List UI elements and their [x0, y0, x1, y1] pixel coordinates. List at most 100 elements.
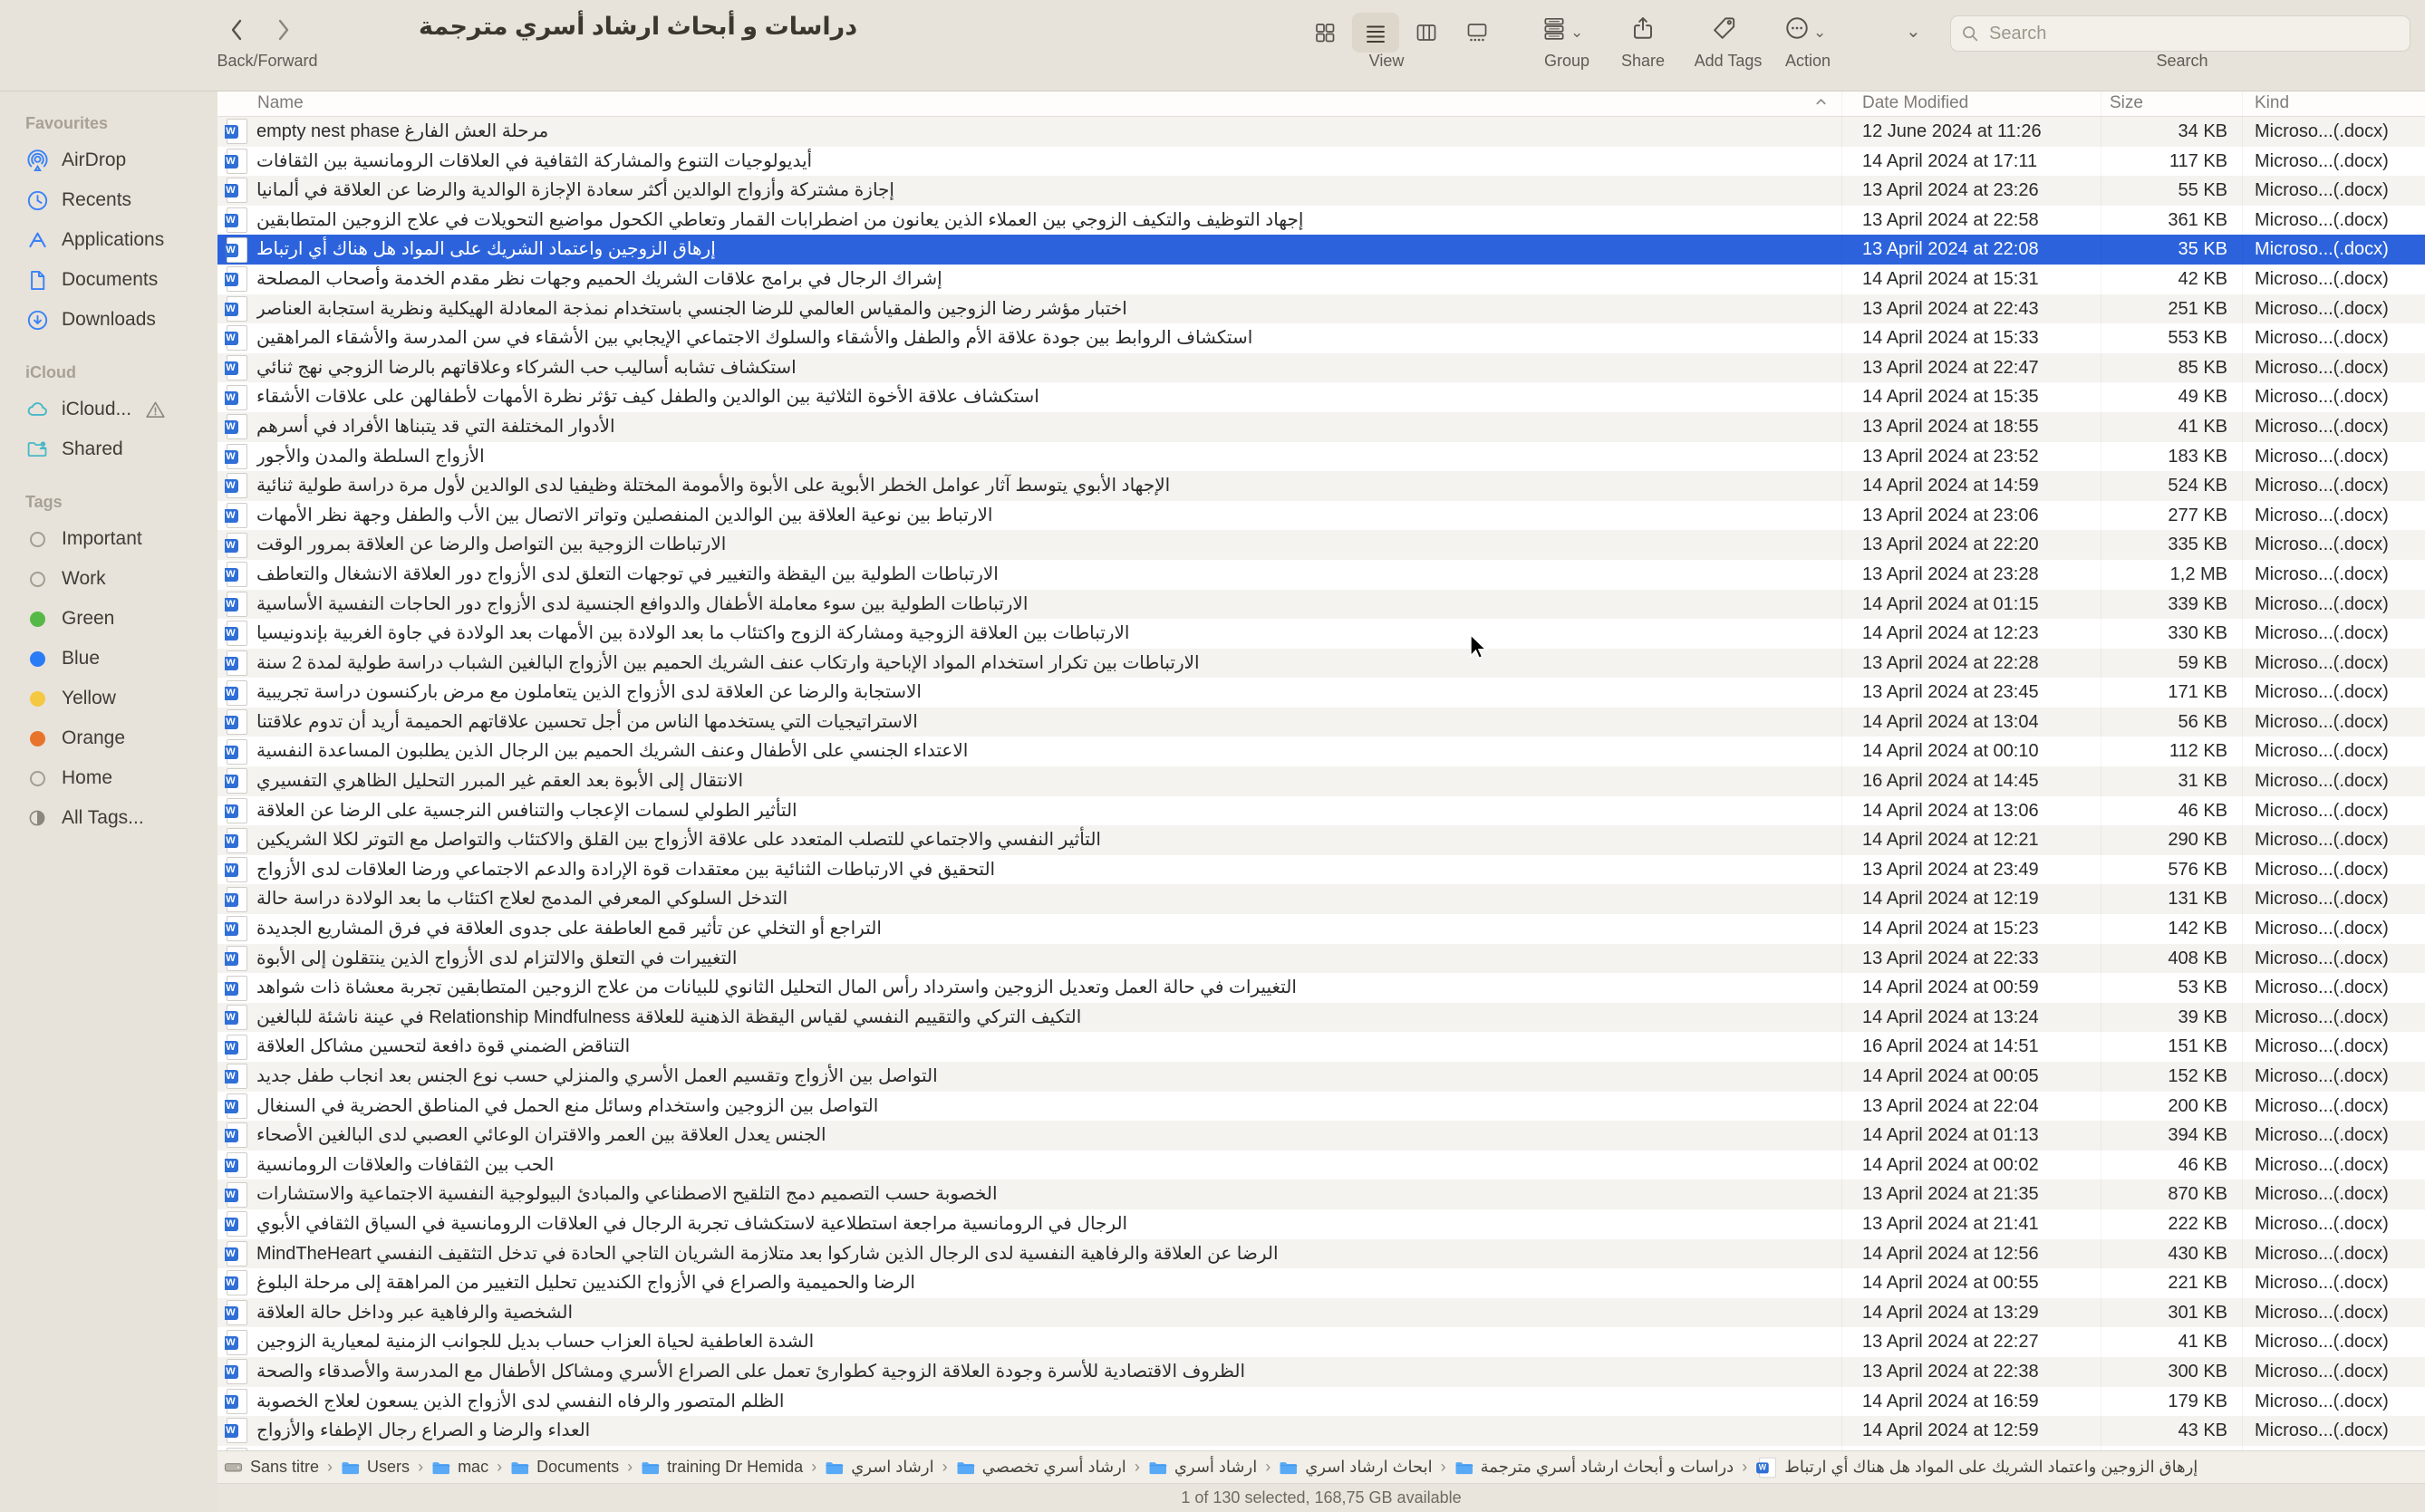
column-header-name[interactable]: Name: [257, 93, 304, 113]
table-row[interactable]: Wإرهاق الزوجين واعتماد الشريك على المواد…: [217, 235, 2425, 265]
breadcrumb-item[interactable]: mac: [431, 1458, 488, 1477]
table-row[interactable]: Wالأدوار المختلفة التي قد يتبناها الأفرا…: [217, 412, 2425, 442]
table-row[interactable]: Wالتواصل بين الزوجين واستخدام وسائل منع …: [217, 1092, 2425, 1122]
forward-button[interactable]: [270, 14, 295, 45]
column-header-size[interactable]: Size: [2110, 93, 2143, 113]
sidebar-item-downloads[interactable]: Downloads: [0, 300, 217, 340]
sidebar-item-yellow[interactable]: Yellow: [0, 679, 217, 718]
table-row[interactable]: Wاستكشاف الروابط بين جودة علاقة الأم وال…: [217, 323, 2425, 353]
file-kind: Microso...(.docx): [2255, 147, 2425, 177]
table-row[interactable]: Wالظلم المتصور والرفاه النفسي لدى الأزوا…: [217, 1387, 2425, 1417]
table-row[interactable]: Wإجازة مشتركة وأزواج الوالدين أكثر سعادة…: [217, 176, 2425, 206]
table-row[interactable]: Wالتأثير النفسي والاجتماعي للتصلب المتعد…: [217, 825, 2425, 855]
action-button[interactable]: ⌄: [1783, 14, 1826, 42]
table-row[interactable]: Wالتأثير الطولي لسمات الإعجاب والتنافس ا…: [217, 796, 2425, 826]
table-row[interactable]: W إشراك الرجال في برامج علاقات الشريك الح…: [217, 265, 2425, 294]
sidebar-item-recents[interactable]: Recents: [0, 180, 217, 220]
table-row[interactable]: Wالرجال في الرومانسية مراجعة استطلاعية ل…: [217, 1209, 2425, 1239]
breadcrumb-item[interactable]: ارشاد أسري تخصصي: [956, 1458, 1126, 1477]
list-view-button[interactable]: [1352, 13, 1399, 53]
column-view-button[interactable]: [1403, 13, 1450, 53]
table-row[interactable]: Wالارتباطات بين تكرار استخدام المواد الإ…: [217, 649, 2425, 679]
breadcrumb-item[interactable]: ابحاث ارشاد اسري: [1279, 1458, 1432, 1477]
search-input[interactable]: [1987, 23, 2390, 45]
sidebar-item-home[interactable]: Home: [0, 758, 217, 798]
table-row[interactable]: Wالعداء والرضا و الصراع رجال الإطفاء وال…: [217, 1416, 2425, 1446]
breadcrumb-item[interactable]: training Dr Hemida: [641, 1458, 803, 1477]
sidebar-item-orange[interactable]: Orange: [0, 718, 217, 758]
table-row[interactable]: Wالظروف الاقتصادية للأسرة وجودة العلاقة …: [217, 1357, 2425, 1387]
column-header-date-modified[interactable]: Date Modified: [1862, 93, 1968, 113]
table-row[interactable]: Wالخصوبة حسب التصميم دمج التلقيح الاصطنا…: [217, 1180, 2425, 1209]
sidebar-item-work[interactable]: Work: [0, 559, 217, 599]
back-button[interactable]: [225, 14, 250, 45]
add-tags-button[interactable]: [1711, 14, 1738, 42]
table-row[interactable]: Wاستكشاف تشابه أساليب حب الشركاء وعلاقات…: [217, 353, 2425, 383]
table-row[interactable]: Wالشخصية والرفاهية عبر وداخل حالة العلاق…: [217, 1298, 2425, 1328]
search-field[interactable]: [1950, 15, 2411, 52]
table-row[interactable]: Wالارتباطات الطولية بين اليقظة والتغيير …: [217, 560, 2425, 590]
breadcrumb-item[interactable]: Documents: [510, 1458, 619, 1477]
table-row[interactable]: Wأيديولوجيات التنوع والمشاركة الثقافية ف…: [217, 147, 2425, 177]
table-row[interactable]: Wالتكيف التركي والتقييم النفسي لقياس الي…: [217, 1003, 2425, 1033]
file-name: استكشاف الروابط بين جودة علاقة الأم والط…: [256, 323, 1252, 353]
table-row[interactable]: Wاختبار مؤشر رضا الزوجين والمقياس العالم…: [217, 294, 2425, 324]
table-row[interactable]: Wالارتباط بين نوعية العلاقة بين الوالدين…: [217, 501, 2425, 531]
table-row[interactable]: Wالتناقض الضمني قوة دافعة لتحسين مشاكل ا…: [217, 1032, 2425, 1062]
breadcrumb-item[interactable]: دراسات و أبحاث ارشاد أسري مترجمة: [1454, 1458, 1734, 1477]
table-row[interactable]: Wالجنس يعدل العلاقة بين العمر والاقتران …: [217, 1121, 2425, 1151]
table-row[interactable]: Wالتدخل السلوكي المعرفي المدمج لعلاج اكت…: [217, 884, 2425, 914]
group-button[interactable]: ⌄: [1541, 14, 1583, 42]
table-row[interactable]: Wالإجهاد الأبوي يتوسط آثار عوامل الخطر ا…: [217, 471, 2425, 501]
table-row[interactable]: Wالرضا عن العلاقة والرفاهية النفسية لدى …: [217, 1239, 2425, 1269]
file-name: التحقيق في الارتباطات الثنائية بين معتقد…: [256, 855, 995, 885]
share-button[interactable]: [1629, 14, 1657, 42]
table-row[interactable]: Wالارتباطات الطولية بين سوء معاملة الأطف…: [217, 590, 2425, 620]
table-row[interactable]: Wالارتباطات الزوجية بين التواصل والرضا ع…: [217, 530, 2425, 560]
breadcrumb-item[interactable]: Sans titre: [223, 1458, 319, 1477]
breadcrumb-item[interactable]: ارشاد أسري: [1148, 1458, 1257, 1477]
sidebar-item-important[interactable]: Important: [0, 519, 217, 559]
sidebar-item-blue[interactable]: Blue: [0, 639, 217, 679]
table-row[interactable]: Wمرحلة العش الفارغ empty nest phase12 Ju…: [217, 117, 2425, 147]
file-name-cell: Wالتكيف التركي والتقييم النفسي لقياس الي…: [225, 1003, 1838, 1033]
word-doc-icon: W: [227, 266, 247, 292]
table-row[interactable]: Wالاستجابة والرضا عن العلاقة لدى الأزواج…: [217, 678, 2425, 708]
table-row[interactable]: Wالتغييرات في حالة العمل وتعديل الزوجين …: [217, 973, 2425, 1003]
sidebar-item-label: Documents: [62, 269, 158, 291]
column-header-kind[interactable]: Kind: [2255, 93, 2289, 113]
sidebar-item-applications[interactable]: Applications: [0, 220, 217, 260]
table-row[interactable]: Wالاستراتيجيات التي يستخدمها الناس من أج…: [217, 708, 2425, 737]
table-row[interactable]: Wالاعتداء الجنسي على الأطفال وعنف الشريك…: [217, 737, 2425, 766]
sidebar-item-airdrop[interactable]: AirDrop: [0, 140, 217, 180]
table-row[interactable]: Wالرضا والحميمية والصراع في الأزواج الكن…: [217, 1268, 2425, 1298]
table-row[interactable]: Wالانتقال إلى الأبوة بعد العقم غير المبر…: [217, 766, 2425, 796]
table-row[interactable]: Wالأزواج السلطة والمدن والأجور13 April 2…: [217, 442, 2425, 472]
sidebar-item-alltags[interactable]: All Tags...: [0, 798, 217, 838]
table-row[interactable]: Wالتراجع أو التخلي عن تأثير قمع العاطفة …: [217, 914, 2425, 944]
icon-view-button[interactable]: [1301, 13, 1348, 53]
table-row[interactable]: Wإجهاد التوظيف والتكيف الزوجي بين العملا…: [217, 206, 2425, 236]
table-row[interactable]: Wالتغييرات في التعلق والالتزام لدى الأزو…: [217, 944, 2425, 974]
table-row[interactable]: Wالتواصل بين الأزواج وتقسيم العمل الأسري…: [217, 1062, 2425, 1092]
gallery-view-button[interactable]: [1454, 13, 1501, 53]
table-row[interactable]: Wالارتباطات بين العلاقة الزوجية ومشاركة …: [217, 619, 2425, 649]
table-row[interactable]: Wاستكشاف علاقة الأخوة الثلاثية بين الوال…: [217, 382, 2425, 412]
file-name: التراجع أو التخلي عن تأثير قمع العاطفة ع…: [256, 914, 882, 944]
file-kind: Microso...(.docx): [2255, 973, 2425, 1003]
table-row[interactable]: Wالتحقيق في الارتباطات الثنائية بين معتق…: [217, 855, 2425, 885]
toolbar: Back/Forward دراسات و أبحاث ارشاد أسري م…: [0, 0, 2425, 91]
table-row[interactable]: Wالحب بين الثقافات والعلاقات الرومانسية1…: [217, 1151, 2425, 1180]
sidebar-item-shared[interactable]: Shared: [0, 429, 217, 469]
breadcrumb-item[interactable]: Users: [341, 1458, 410, 1477]
sidebar-item-icloud[interactable]: iCloud...: [0, 390, 217, 429]
file-name: إشراك الرجال في برامج علاقات الشريك الحم…: [256, 265, 942, 294]
breadcrumb-item[interactable]: Wإرهاق الزوجين واعتماد الشريك على المواد…: [1755, 1455, 2198, 1480]
sidebar-item-green[interactable]: Green: [0, 599, 217, 639]
toolbar-overflow-chevron[interactable]: ⌄: [1906, 20, 1921, 43]
table-row[interactable]: Wالشدة العاطفية لحياة العزاب حساب بديل ل…: [217, 1327, 2425, 1357]
sidebar-item-documents[interactable]: Documents: [0, 260, 217, 300]
breadcrumb-item[interactable]: ارشاد اسري: [825, 1458, 933, 1477]
breadcrumb-label: Sans titre: [250, 1458, 319, 1477]
file-name-cell: Wالتغييرات في حالة العمل وتعديل الزوجين …: [225, 973, 1838, 1003]
